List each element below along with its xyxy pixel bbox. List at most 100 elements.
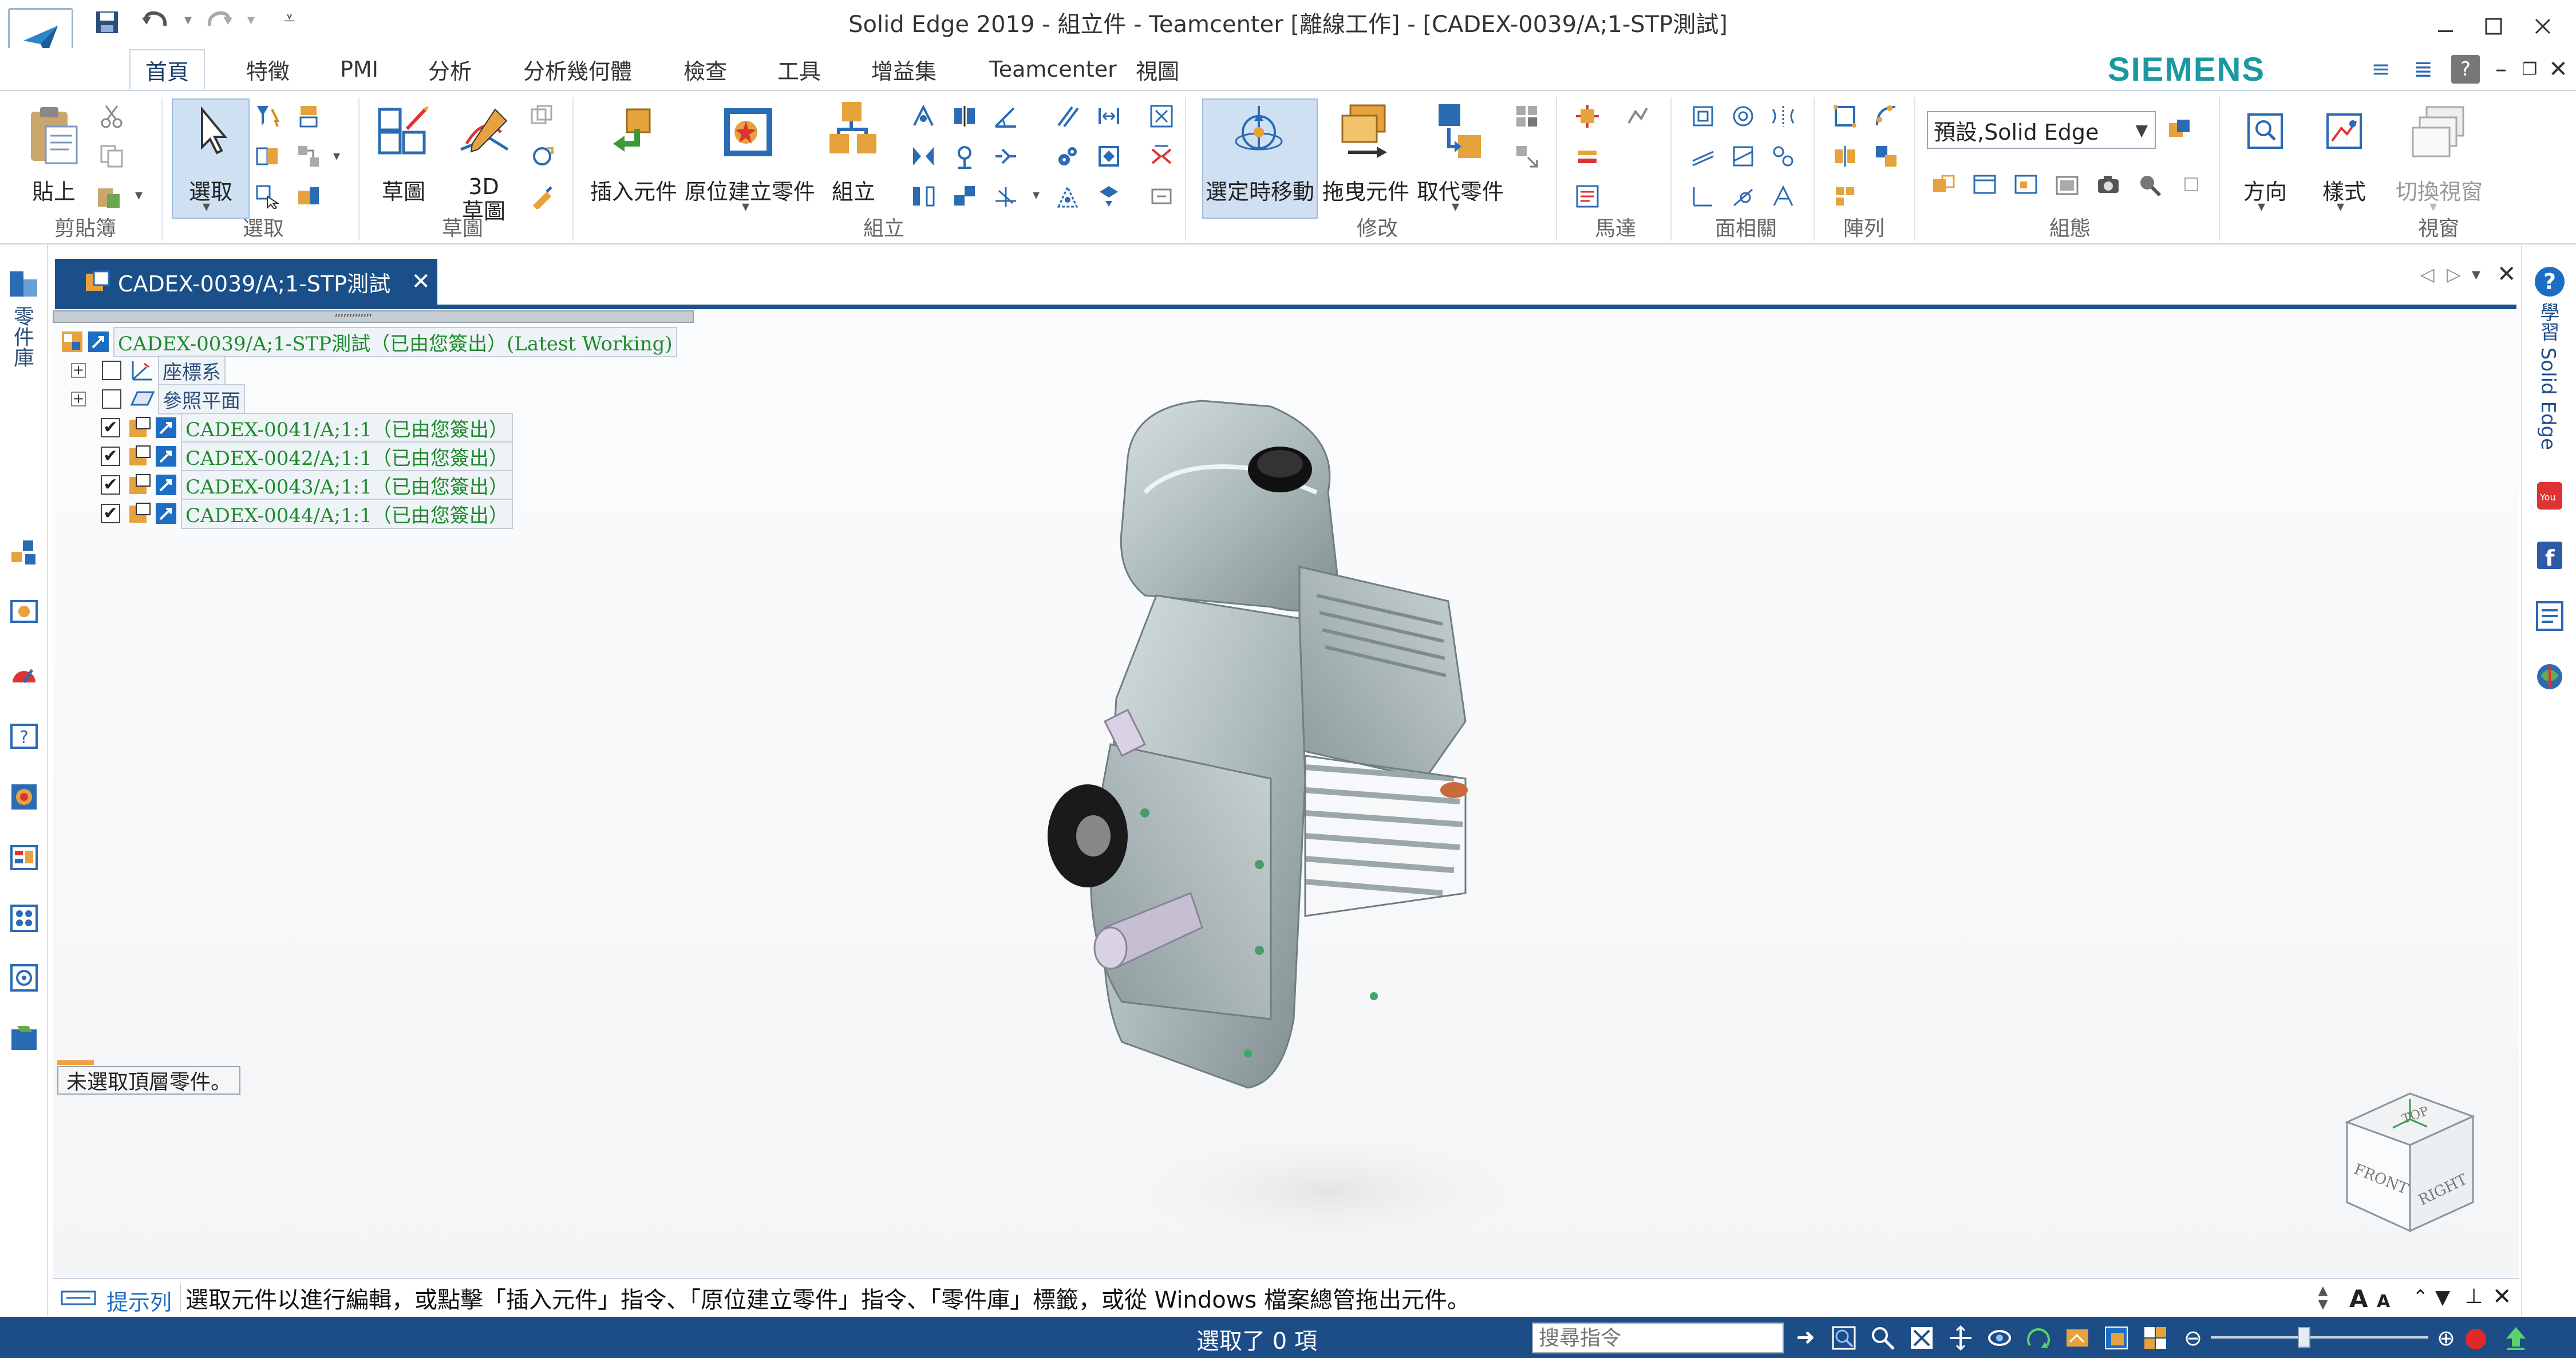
relation-types-icon[interactable] [1146, 181, 1177, 212]
maximize-icon[interactable] [2475, 8, 2512, 45]
tree-checkbox[interactable]: ✔ [101, 418, 120, 437]
learn-help-icon[interactable]: ? [2535, 267, 2565, 297]
zoom-area-icon[interactable] [1830, 1324, 1858, 1352]
orientation-icon[interactable] [2239, 105, 2291, 157]
angle-icon[interactable] [990, 101, 1021, 132]
flip-icon[interactable] [908, 181, 939, 212]
zone-icon[interactable] [1928, 169, 1959, 200]
tree-item-part[interactable]: ✔ CADEX-0043/A;1:1（已由您簽出） [101, 469, 513, 500]
fit-icon[interactable] [1907, 1324, 1936, 1352]
doc-restore-icon[interactable]: ❐ [2515, 55, 2544, 84]
minimize-icon[interactable] [2427, 8, 2464, 45]
checkbox-config-icon[interactable] [2176, 169, 2207, 200]
sketch-view-icon[interactable] [2063, 1324, 2092, 1352]
mate-icon[interactable] [908, 101, 939, 132]
copy-icon[interactable] [96, 141, 127, 172]
fastener-system-icon[interactable] [1830, 181, 1860, 212]
configuration-manager-icon[interactable] [2164, 115, 2195, 145]
prompt-bar-icon[interactable] [61, 1289, 96, 1306]
mirror-component-icon[interactable] [1830, 141, 1860, 172]
select-tools-icon[interactable] [293, 141, 324, 172]
rigid-set-icon[interactable] [949, 181, 980, 212]
tree-checkbox[interactable] [102, 361, 121, 380]
youtube-icon[interactable]: You [2534, 479, 2566, 513]
construction-icon[interactable] [527, 101, 558, 132]
pathfinder-grip[interactable]: ,,,,,,,,,,,,, [334, 305, 373, 319]
tangent-face-icon[interactable] [1728, 141, 1759, 172]
pattern-icon[interactable] [1830, 101, 1860, 132]
view-styles-icon[interactable] [2102, 1324, 2131, 1352]
aligned-holes-icon[interactable] [1768, 141, 1799, 172]
learn-solid-edge-tab[interactable]: 學習 Solid Edge [2537, 302, 2562, 450]
sketch-label[interactable]: 草圖 [372, 174, 435, 206]
cut-icon[interactable] [96, 101, 127, 132]
tab-features[interactable]: 特徵 [231, 49, 305, 89]
tree-item-reference-planes[interactable]: + 參照平面 [71, 384, 245, 414]
replace-part-dropdown-icon[interactable]: ▾ [1452, 198, 1459, 215]
parallel-icon[interactable] [1052, 101, 1083, 132]
path-icon[interactable] [990, 181, 1021, 212]
styles-icon[interactable] [2318, 105, 2370, 157]
tab-scroll-left-icon[interactable]: ◁ [2420, 263, 2435, 285]
create-in-place-dropdown-icon[interactable]: ▾ [742, 198, 749, 215]
document-list-icon[interactable]: ≡ [2366, 55, 2395, 84]
tab-analyze-geometry[interactable]: 分析幾何體 [508, 49, 647, 89]
group-icon[interactable] [1511, 101, 1542, 132]
paste-dropdown-icon[interactable]: ▾ [135, 187, 143, 204]
expand-icon[interactable]: + [71, 392, 86, 406]
perpendicular-icon[interactable] [1688, 181, 1718, 212]
pan-icon[interactable] [1946, 1324, 1975, 1352]
styles-dropdown-icon[interactable]: ▾ [2337, 198, 2344, 215]
assembly-pathfinder-icon[interactable] [7, 535, 41, 569]
relations-dropdown-icon[interactable]: ▾ [1033, 187, 1040, 203]
quick-pick-icon[interactable] [252, 181, 283, 212]
tab-teamcenter[interactable]: Teamcenter [974, 49, 1132, 89]
tab-pmi[interactable]: PMI [325, 49, 393, 89]
rigid-face-icon[interactable] [1768, 181, 1799, 212]
sketch-3d-icon[interactable] [452, 101, 515, 164]
zoom-slider-track[interactable] [2211, 1336, 2428, 1339]
pin-icon[interactable]: ⊥ [2465, 1285, 2483, 1308]
tree-item-part[interactable]: ✔ CADEX-0044/A;1:1（已由您簽出） [101, 498, 513, 529]
feature-library-icon[interactable] [7, 901, 41, 935]
tab-inspect[interactable]: 檢查 [669, 49, 742, 89]
tree-checkbox[interactable]: ✔ [101, 447, 120, 466]
tree-root[interactable]: CADEX-0039/A;1-STP測試（已由您簽出）(Latest Worki… [61, 326, 677, 357]
drag-component-icon[interactable] [1334, 97, 1397, 164]
snapshot-icon[interactable] [2052, 169, 2083, 200]
select-parts-icon[interactable] [293, 101, 324, 132]
command-search-box[interactable] [1532, 1323, 1784, 1353]
upload-icon[interactable] [2502, 1324, 2530, 1352]
document-tab-close-icon[interactable]: ✕ [411, 269, 430, 295]
select-box-icon[interactable] [293, 181, 324, 212]
tree-item-coordinate-systems[interactable]: + 座標系 [71, 355, 226, 386]
motor-report-icon[interactable] [1572, 181, 1603, 212]
gear-relation-icon[interactable] [1052, 141, 1083, 172]
zoom-in-icon[interactable]: ⊕ [2432, 1324, 2460, 1352]
expand-down-icon[interactable]: ▼ [2435, 1286, 2450, 1309]
document-tab[interactable]: CADEX-0039/A;1-STP測試 ✕ [55, 259, 437, 305]
tab-scroll-right-icon[interactable]: ▷ [2447, 263, 2461, 285]
disperse-icon[interactable] [1511, 141, 1542, 172]
increase-font-icon[interactable]: A [2349, 1285, 2368, 1313]
queries-icon[interactable]: ? [7, 719, 41, 753]
tree-item-part[interactable]: ✔ CADEX-0041/A;1:1（已由您簽出） [101, 412, 513, 443]
symmetric-icon[interactable] [1768, 101, 1799, 132]
select-assembly-icon[interactable] [252, 141, 283, 172]
assemble-icon[interactable] [822, 97, 885, 164]
collapse-up-icon[interactable]: ⌃ [2412, 1286, 2429, 1309]
tab-view[interactable]: 視圖 [1121, 49, 1194, 89]
switch-windows-icon[interactable] [2408, 101, 2471, 164]
tab-tools[interactable]: 工具 [762, 49, 836, 89]
layers-icon[interactable] [7, 595, 41, 630]
switch-windows-label[interactable]: 切換視窗 [2388, 174, 2490, 206]
rotate-icon[interactable] [1985, 1324, 2014, 1352]
decrease-font-icon[interactable]: A [2377, 1292, 2390, 1312]
insert-component-label[interactable]: 插入元件 [585, 174, 682, 206]
concentric-icon[interactable] [1728, 101, 1759, 132]
zoom-slider-thumb[interactable] [2298, 1327, 2310, 1348]
expand-icon[interactable]: + [71, 363, 86, 378]
help-icon[interactable]: ? [2451, 55, 2480, 84]
engineering-reference-icon[interactable] [7, 840, 41, 875]
paste-special-icon[interactable] [94, 181, 125, 212]
